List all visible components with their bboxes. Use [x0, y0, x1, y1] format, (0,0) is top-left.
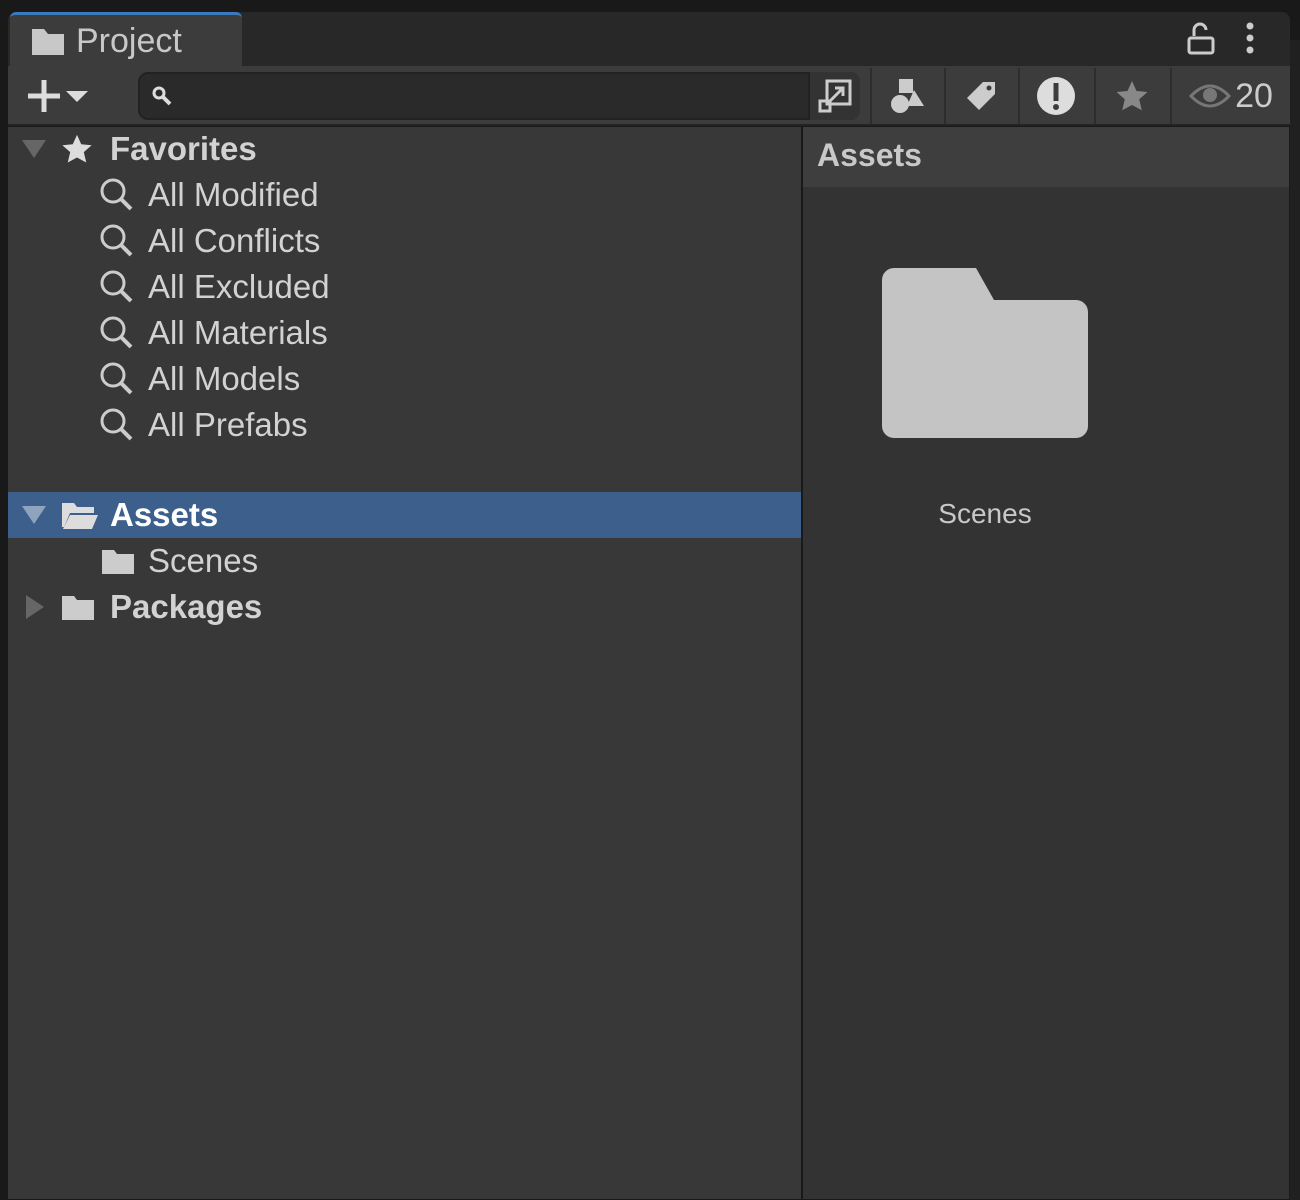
favorite-item[interactable]: All Prefabs — [8, 402, 801, 448]
favorite-item-label: All Models — [148, 360, 301, 397]
plus-icon — [28, 80, 60, 112]
collapse-arrow-icon[interactable] — [22, 593, 48, 621]
favorites-header[interactable]: Favorites — [8, 126, 801, 172]
warning-icon — [1037, 77, 1075, 115]
asset-item-label: Scenes — [938, 498, 1032, 529]
folder-icon — [32, 28, 64, 55]
search-by-label-button[interactable] — [944, 68, 1016, 124]
expand-arrow-icon[interactable] — [20, 502, 48, 528]
favorite-item[interactable]: All Materials — [8, 310, 801, 356]
favorite-item-label: All Conflicts — [148, 222, 321, 259]
breadcrumb: Assets — [803, 127, 1289, 187]
folder-icon — [102, 550, 134, 574]
favorite-item[interactable]: All Modified — [8, 172, 801, 218]
open-folder-icon — [62, 503, 98, 529]
save-search-button[interactable] — [1094, 68, 1168, 124]
create-button[interactable] — [24, 74, 104, 118]
asset-item-scenes[interactable]: Scenes — [870, 260, 1100, 550]
search-icon — [100, 316, 133, 349]
favorite-item-label: All Excluded — [148, 268, 330, 305]
search-icon — [100, 362, 133, 395]
shapes-icon — [891, 79, 924, 113]
favorites-label: Favorites — [110, 130, 257, 167]
search-by-type-button[interactable] — [870, 68, 942, 124]
search-by-log-button[interactable] — [1018, 68, 1092, 124]
expand-arrow-icon[interactable] — [20, 136, 48, 162]
tree-item-label: Assets — [110, 496, 219, 533]
breadcrumb-assets[interactable]: Assets — [817, 137, 922, 173]
star-icon — [1116, 81, 1148, 111]
tab-title: Project — [76, 22, 182, 60]
folder-icon — [882, 268, 1088, 438]
search-scope-button[interactable] — [808, 72, 860, 120]
visible-count: 20 — [1235, 76, 1273, 115]
favorite-item[interactable]: All Excluded — [8, 264, 801, 310]
search-icon — [100, 270, 133, 303]
open-scope-icon — [818, 79, 852, 113]
search-icon — [100, 178, 133, 211]
hidden-packages-toggle[interactable]: 20 — [1170, 68, 1290, 124]
search-input[interactable] — [138, 72, 860, 120]
search-icon — [100, 408, 133, 441]
tab-project[interactable]: Project — [10, 12, 242, 68]
window-border — [1290, 40, 1300, 1200]
tree-item-scenes[interactable]: Scenes — [8, 538, 801, 584]
favorite-item[interactable]: All Conflicts — [8, 218, 801, 264]
lock-icon[interactable] — [1186, 22, 1216, 56]
star-icon — [62, 134, 92, 163]
search-icon — [152, 86, 172, 106]
more-options-icon[interactable] — [1240, 20, 1260, 56]
eye-icon — [1189, 84, 1232, 108]
tag-icon — [967, 82, 995, 110]
tree-item-label: Packages — [110, 588, 263, 625]
tree-item-packages[interactable]: Packages — [8, 584, 801, 630]
favorite-item-label: All Prefabs — [148, 406, 308, 443]
tree-item-assets[interactable]: Assets — [8, 492, 801, 538]
search-icon — [100, 224, 133, 257]
chevron-down-icon — [66, 91, 88, 102]
favorite-item[interactable]: All Models — [8, 356, 801, 402]
folder-icon — [62, 596, 94, 620]
favorite-item-label: All Materials — [148, 314, 328, 351]
tree-item-label: Scenes — [148, 542, 259, 579]
favorite-item-label: All Modified — [148, 176, 319, 213]
